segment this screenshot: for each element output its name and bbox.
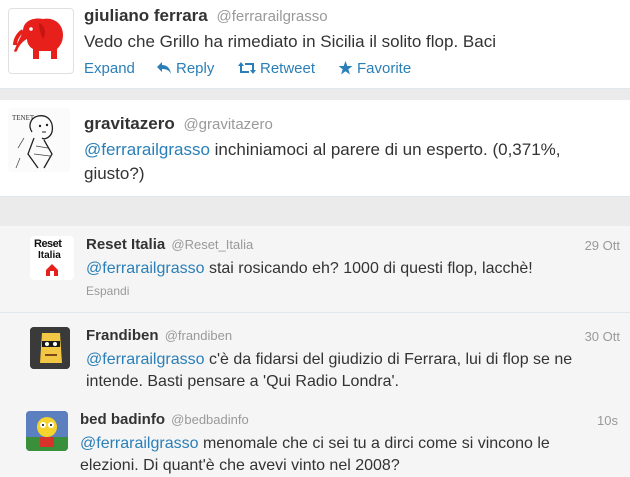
reset-italia-avatar[interactable]: Reset Italia [30,236,74,280]
mention-link[interactable]: @ferrarailgrasso [80,435,199,452]
sketch-portrait-icon: TENET [12,114,54,169]
tweet-text: @ferrarailgrasso menomale che ci sei tu … [80,433,600,477]
tweet-body: stai rosicando eh? 1000 di questi flop, … [204,260,533,277]
expand-link[interactable]: Espandi [86,284,129,298]
reply-icon [157,62,171,74]
tweet-text: Vedo che Grillo ha rimediato in Sicilia … [84,32,496,51]
cartoon-character-icon [26,411,68,451]
user-name[interactable]: bed badinfo [80,411,165,428]
tweet-timestamp[interactable]: 29 Ott [585,238,620,253]
reply-reset-italia[interactable]: Reset Italia Reset Italia @Reset_Italia … [0,226,630,312]
tweet-header: bed badinfo @bedbadinfo [80,411,249,428]
tweet-timestamp[interactable]: 10s [597,413,618,428]
tweet-timestamp[interactable]: 30 Ott [585,329,620,344]
mention-link[interactable]: @ferrarailgrasso [84,140,210,159]
tweet-text: @ferrarailgrasso stai rosicando eh? 1000… [86,260,616,278]
divider [0,88,630,89]
divider [0,196,630,197]
cartoon-face-icon [30,327,70,369]
house-icon [46,264,58,276]
user-name[interactable]: giuliano ferrara [84,6,208,25]
tweet-header: Reset Italia @Reset_Italia [86,236,253,253]
reply-button[interactable]: Reply [156,60,214,77]
retweet-label: Retweet [260,60,316,77]
frandiben-avatar[interactable] [30,327,70,369]
mention-link[interactable]: @ferrarailgrasso [86,351,205,368]
user-name[interactable]: Frandiben [86,327,159,344]
bedbadinfo-avatar[interactable] [26,411,68,451]
elephant-avatar[interactable] [8,8,74,74]
mention-link[interactable]: @ferrarailgrasso [86,260,205,277]
tweet-text: @ferrarailgrasso inchiniamoci al parere … [84,138,624,186]
retweet-icon [238,62,256,74]
user-handle[interactable]: @bedbadinfo [171,412,249,427]
favorite-button[interactable]: Favorite [338,60,411,77]
user-handle[interactable]: @Reset_Italia [171,237,253,252]
tweet-text: @ferrarailgrasso c'è da fidarsi del giud… [86,349,606,393]
favorite-label: Favorite [357,60,412,77]
user-name[interactable]: gravitazero [84,114,175,133]
expand-link[interactable]: Expand [84,60,135,77]
user-handle[interactable]: @frandiben [165,328,232,343]
reply-label: Reply [176,60,215,77]
star-icon [338,61,353,75]
tweet-header: gravitazero @gravitazero [84,114,273,134]
retweet-button[interactable]: Retweet [238,60,315,77]
reply-bed-badinfo[interactable]: bed badinfo @bedbadinfo 10s @ferrarailgr… [0,399,630,477]
elephant-icon [13,18,63,59]
tweet-gravitazero[interactable]: TENET gravitazero @gravitazero @ferrarai… [0,100,630,196]
reply-frandiben[interactable]: Frandiben @frandiben 30 Ott @ferrarailgr… [0,313,630,399]
tweet-header: Frandiben @frandiben [86,327,232,344]
tweet-header: giuliano ferrara @ferrarailgrasso [84,6,328,26]
user-handle[interactable]: @ferrarailgrasso [217,8,328,25]
sketch-avatar[interactable]: TENET [8,108,70,172]
user-name[interactable]: Reset Italia [86,236,165,253]
tweet-ferrara[interactable]: giuliano ferrara @ferrarailgrasso Vedo c… [0,0,630,88]
user-handle[interactable]: @gravitazero [183,116,272,133]
